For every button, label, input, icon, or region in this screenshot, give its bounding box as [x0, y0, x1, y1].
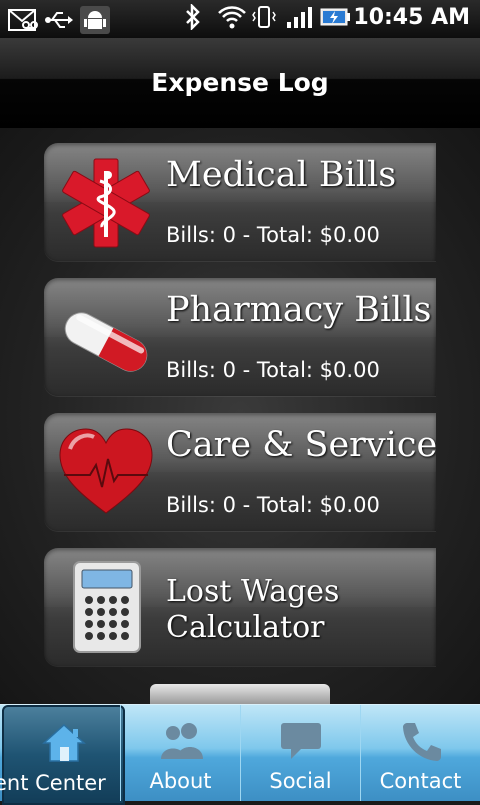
status-bar: 10:45 AM	[0, 0, 480, 38]
tab-label: Contact	[379, 769, 462, 793]
bluetooth-icon	[183, 2, 209, 32]
status-time: 10:45 AM	[353, 4, 470, 30]
tab-event-center[interactable]: ent Center	[0, 705, 125, 805]
medical-bills-card[interactable]: Medical Bills Bills: 0 - Total: $0.00	[44, 143, 436, 261]
card-title: Lost Wages Calculator	[166, 574, 340, 645]
tab-label: ent Center	[0, 771, 106, 795]
scroll-indicator	[150, 684, 330, 704]
heart-icon	[56, 425, 156, 521]
android-debug-icon	[80, 6, 110, 34]
speech-bubble-icon	[277, 719, 325, 763]
battery-charging-icon	[319, 4, 351, 30]
card-title: Care & Services	[166, 425, 436, 465]
card-title: Pharmacy Bills	[166, 290, 432, 330]
card-title: Medical Bills	[166, 155, 397, 195]
page-title: Expense Log	[151, 68, 329, 97]
usb-icon	[44, 7, 73, 33]
tab-about[interactable]: About	[120, 705, 241, 801]
phone-icon	[397, 719, 445, 763]
pill-capsule-icon	[56, 290, 156, 386]
care-services-card[interactable]: Care & Services Bills: 0 - Total: $0.00	[44, 413, 436, 531]
tab-label: About	[149, 769, 212, 793]
home-icon	[40, 721, 88, 765]
tab-label: Social	[269, 769, 332, 793]
bottom-tab-bar: ent Center About Social Contact	[0, 704, 480, 805]
star-of-life-icon	[56, 155, 156, 251]
wifi-icon	[217, 4, 247, 30]
lost-wages-calculator-card[interactable]: Lost Wages Calculator	[44, 548, 436, 666]
card-summary: Bills: 0 - Total: $0.00	[166, 493, 380, 517]
title-bar: Expense Log	[0, 38, 480, 128]
signal-icon	[285, 4, 313, 30]
expense-menu: Medical Bills Bills: 0 - Total: $0.00 Ph…	[0, 128, 480, 704]
card-summary: Bills: 0 - Total: $0.00	[166, 358, 380, 382]
people-icon	[157, 719, 205, 763]
tab-contact[interactable]: Contact	[360, 705, 480, 801]
pharmacy-bills-card[interactable]: Pharmacy Bills Bills: 0 - Total: $0.00	[44, 278, 436, 396]
tab-social[interactable]: Social	[240, 705, 361, 801]
calculator-icon	[56, 560, 156, 656]
voicemail-icon	[8, 7, 38, 33]
card-summary: Bills: 0 - Total: $0.00	[166, 223, 380, 247]
vibrate-icon	[251, 4, 277, 30]
